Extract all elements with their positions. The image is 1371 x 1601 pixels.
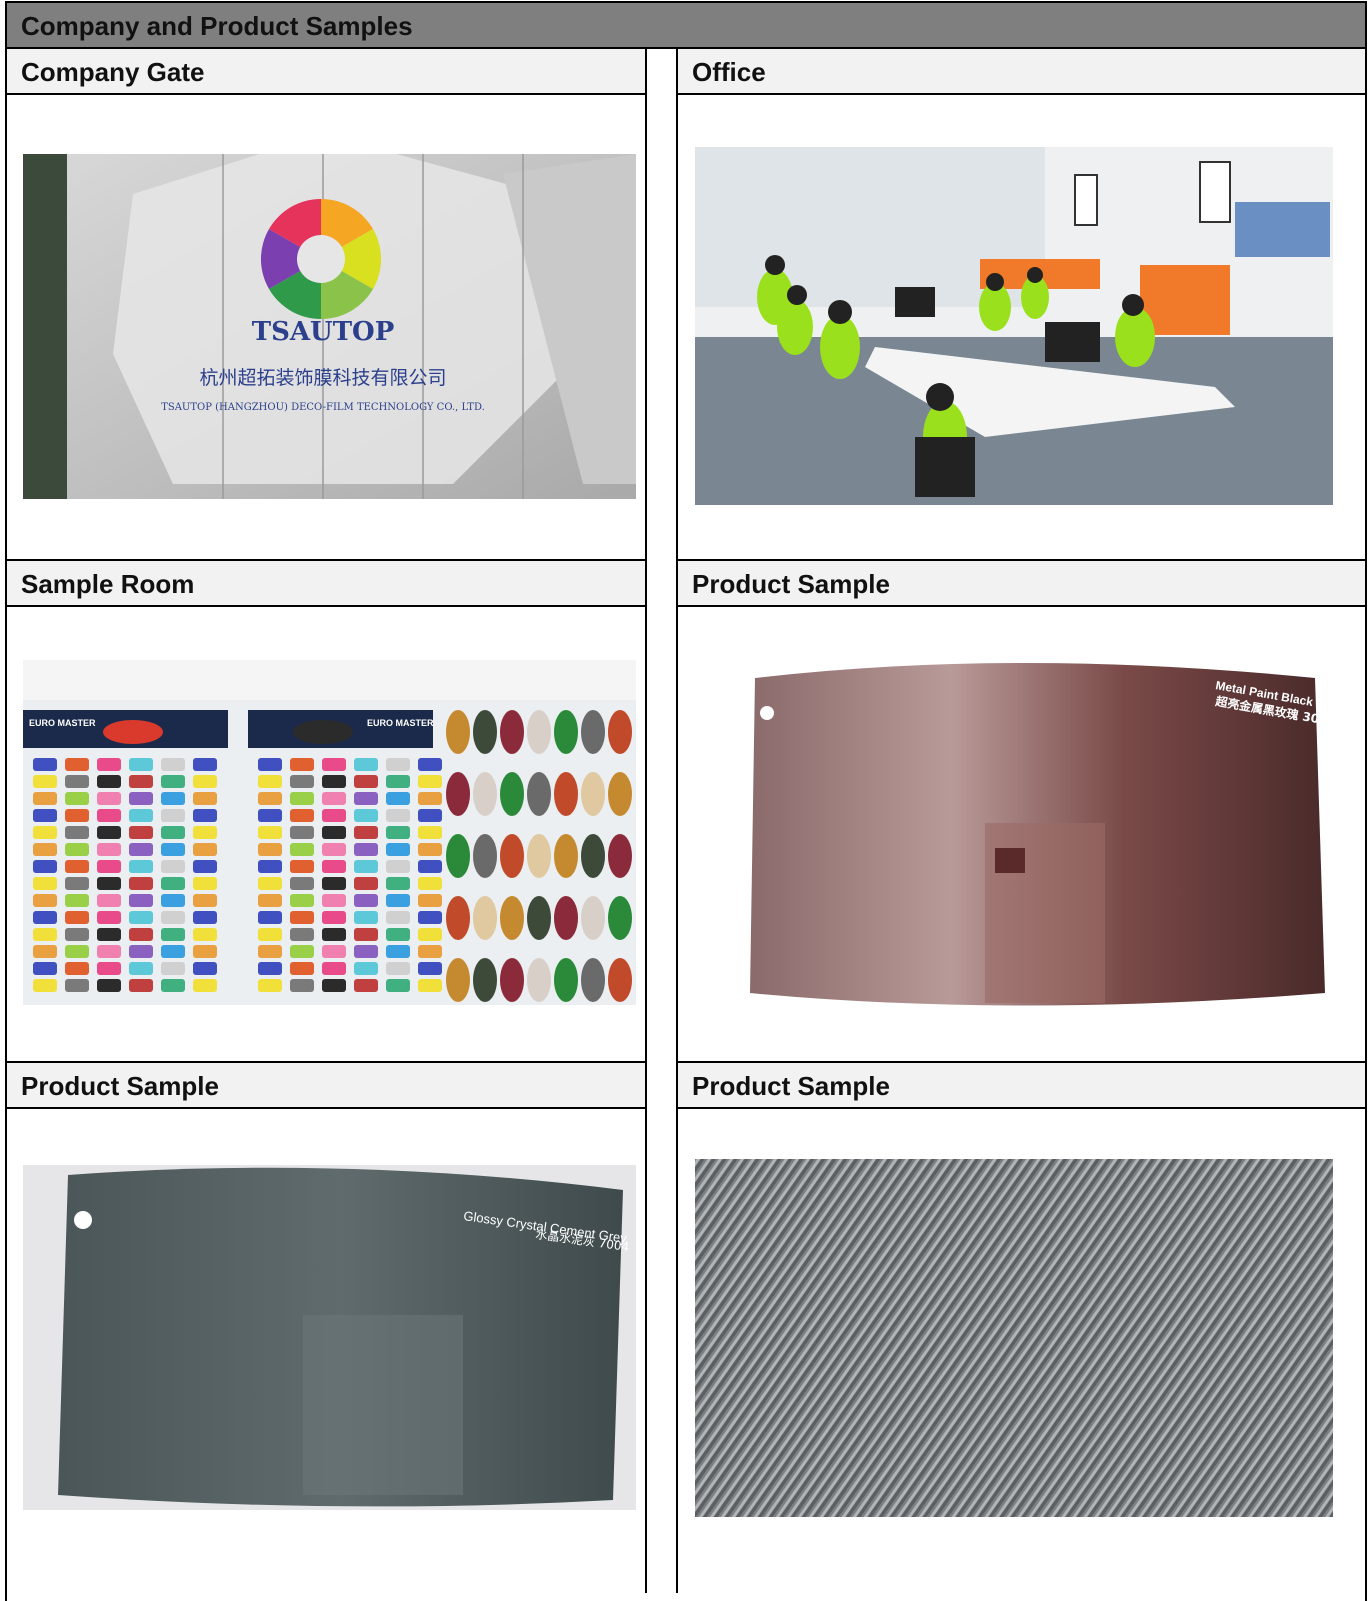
cell-product-sample-rose: Product Sample Metal Paint Black Rose 超亮… <box>678 561 1365 1063</box>
sample-room-banner-text: EURO MASTER <box>29 718 96 728</box>
metal-rose-sample-photo: Metal Paint Black Rose 超亮金属黑玫瑰 3015 <box>695 653 1333 1011</box>
cell-label-bar: Sample Room <box>7 561 646 607</box>
cell-product-sample-carbon: Product Sample <box>678 1063 1365 1593</box>
cell-label-bar: Product Sample <box>678 1063 1365 1109</box>
sample-room-photo: EURO MASTER EURO MASTER <box>23 660 636 1005</box>
cell-label-bar: Product Sample <box>7 1063 646 1109</box>
cell-company-gate: Company Gate TSAUTOP 杭州超拓装饰膜科技有限公司 TSAUT… <box>7 49 646 561</box>
cell-label-bar: Product Sample <box>678 561 1365 607</box>
cell-label-bar: Company Gate <box>7 49 646 95</box>
cell-label: Product Sample <box>692 569 890 599</box>
cell-office: Office <box>678 49 1365 561</box>
cell-sample-room: Sample Room EURO MASTER EURO MASTER <box>7 561 646 1063</box>
row-divider <box>5 1061 647 1063</box>
cell-label-bar: Office <box>678 49 1365 95</box>
section-header: Company and Product Samples <box>5 1 1367 49</box>
cell-product-sample-grey: Product Sample Glossy Crystal Cement Gre… <box>7 1063 646 1593</box>
crystal-grey-sample-photo: Glossy Crystal Cement Grey 水晶水泥灰 7004 <box>23 1165 636 1510</box>
row-divider <box>5 559 647 561</box>
column-divider <box>676 49 678 1593</box>
gate-logo-text: TSAUTOP <box>252 317 395 347</box>
cell-label: Product Sample <box>21 1071 219 1101</box>
carbon-fiber-sample-photo <box>695 1159 1333 1517</box>
gate-chinese-text: 杭州超拓装饰膜科技有限公司 <box>199 367 446 389</box>
section-title: Company and Product Samples <box>21 11 413 41</box>
gate-english-text: TSAUTOP (HANGZHOU) DECO-FILM TECHNOLOGY … <box>161 402 485 413</box>
row-divider <box>676 1061 1367 1063</box>
column-divider <box>645 49 647 1593</box>
cell-label: Sample Room <box>21 569 195 599</box>
row-divider <box>676 559 1367 561</box>
cell-label: Company Gate <box>21 57 205 87</box>
cell-label: Product Sample <box>692 1071 890 1101</box>
company-gate-photo: TSAUTOP 杭州超拓装饰膜科技有限公司 TSAUTOP (HANGZHOU)… <box>23 154 636 499</box>
cell-label: Office <box>692 57 766 87</box>
sample-room-banner-text-2: EURO MASTER <box>367 718 434 728</box>
office-photo <box>695 147 1333 505</box>
